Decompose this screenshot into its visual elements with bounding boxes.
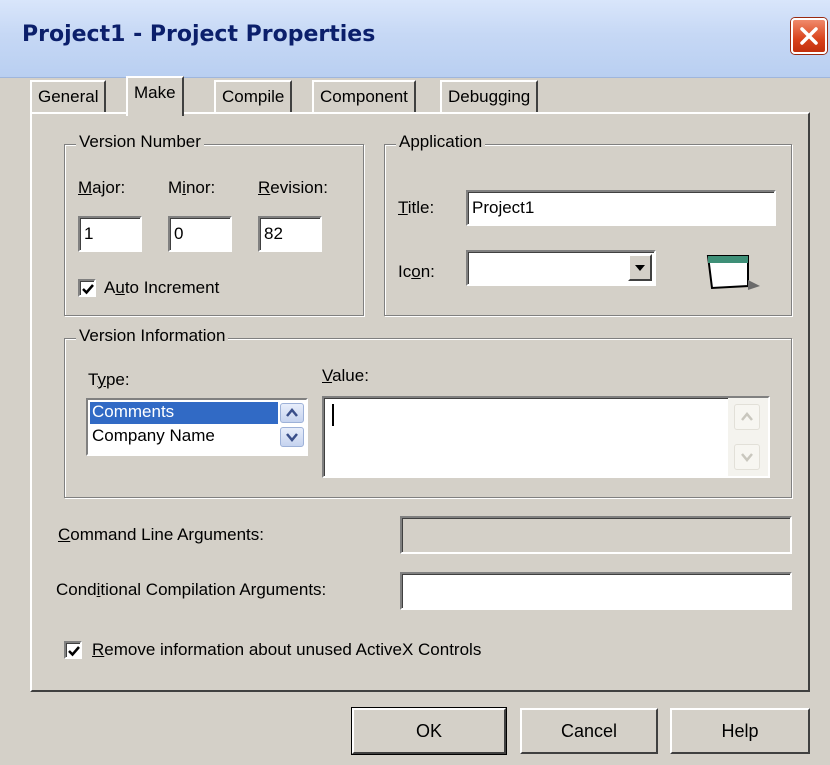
make-tab-panel — [30, 112, 810, 692]
tab-label: Debugging — [448, 87, 531, 106]
cancel-button[interactable]: Cancel — [520, 708, 658, 754]
tab-label: Compile — [222, 87, 285, 106]
tab-make[interactable]: Make — [126, 76, 184, 116]
application-group-label: Application — [396, 132, 486, 152]
tab-general[interactable]: General — [30, 80, 107, 112]
close-icon — [800, 27, 818, 45]
close-button[interactable] — [791, 18, 827, 54]
tab-label: Component — [320, 87, 408, 106]
tab-label: Make — [134, 83, 176, 102]
tab-component[interactable]: Component — [312, 80, 416, 112]
tab-compile[interactable]: Compile — [214, 80, 293, 112]
version-number-group-label: Version Number — [76, 132, 204, 152]
tab-label: General — [38, 87, 99, 106]
window-title: Project1 - Project Properties — [22, 22, 376, 47]
tab-debugging[interactable]: Debugging — [440, 80, 539, 112]
title-bar[interactable]: Project1 - Project Properties — [0, 0, 830, 78]
version-information-group-label: Version Information — [76, 326, 229, 346]
help-button[interactable]: Help — [670, 708, 810, 754]
ok-button[interactable]: OK — [352, 708, 506, 754]
